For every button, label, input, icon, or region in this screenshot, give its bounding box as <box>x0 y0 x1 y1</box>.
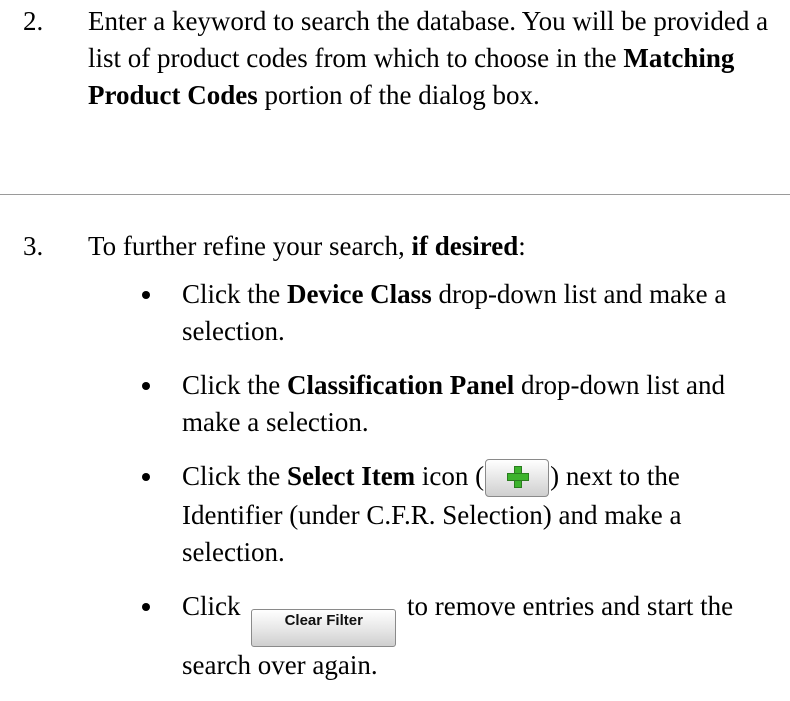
bullet-dot <box>142 291 150 299</box>
bullet-dot <box>142 473 150 481</box>
step-3-number: 3. <box>23 231 44 261</box>
bullet-text-before: Click <box>182 591 248 621</box>
bullet-dot <box>142 382 150 390</box>
step-3-intro: To further refine your search, if desire… <box>88 228 790 265</box>
clear-filter-button[interactable]: Clear Filter <box>251 609 397 647</box>
bullet-dot <box>142 603 150 611</box>
step-2-number: 2. <box>23 6 44 36</box>
bullet-text-mid: icon ( <box>415 461 485 491</box>
bullet-device-class: Click the Device Class drop-down list an… <box>142 276 782 350</box>
green-plus-icon <box>507 466 530 488</box>
step-3-intro-bold: if desired <box>411 231 519 261</box>
classification-panel-label: Classification Panel <box>286 370 515 400</box>
device-class-label: Device Class <box>286 279 432 309</box>
step-2-text: Enter a keyword to search the database. … <box>88 3 790 114</box>
divider <box>0 194 790 195</box>
bullet-text-before: Click the <box>182 461 287 491</box>
bullet-clear-filter: Click Clear Filter to remove entries and… <box>142 588 782 684</box>
bullet-select-item: Click the Select Item icon () next to th… <box>142 458 782 571</box>
step-3-intro-before: To further refine your search, <box>88 231 412 261</box>
bullet-text-before: Click the <box>182 370 287 400</box>
step-3-bullets: Click the Device Class drop-down list an… <box>142 276 782 701</box>
step-3-intro-after: : <box>518 231 526 261</box>
select-item-label: Select Item <box>286 461 416 491</box>
step-2-text-after: portion of the dialog box. <box>257 80 540 110</box>
bullet-text-before: Click the <box>182 279 287 309</box>
bullet-classification-panel: Click the Classification Panel drop-down… <box>142 367 782 441</box>
select-item-button[interactable] <box>485 459 550 497</box>
